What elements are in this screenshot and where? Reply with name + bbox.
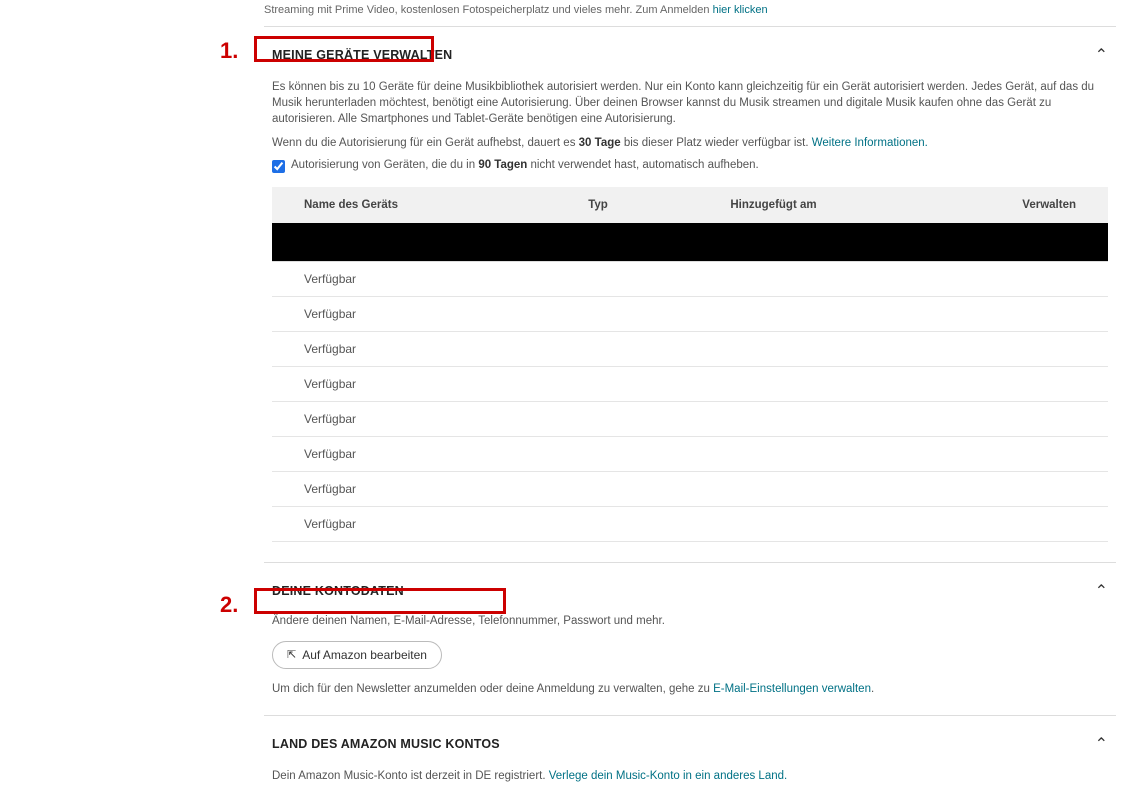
section-account-header[interactable]: DEINE KONTODATEN ⌃ bbox=[264, 563, 1116, 615]
col-device-name: Name des Geräts bbox=[272, 187, 556, 223]
table-row: Verfügbar bbox=[272, 471, 1108, 506]
edit-on-amazon-button[interactable]: ⇱ Auf Amazon bearbeiten bbox=[272, 641, 442, 669]
account-description: Ändere deinen Namen, E-Mail-Adresse, Tel… bbox=[272, 615, 1108, 627]
annotation-1: 1. bbox=[220, 38, 238, 64]
auto-deauth-checkbox[interactable] bbox=[272, 160, 285, 173]
top-intro-pre: Streaming mit Prime Video, kostenlosen F… bbox=[264, 4, 713, 16]
external-link-icon: ⇱ bbox=[287, 648, 296, 661]
auto-deauth-label: Autorisierung von Geräten, die du in 90 … bbox=[291, 159, 759, 171]
table-row: Verfügbar bbox=[272, 401, 1108, 436]
devices-table: Name des Geräts Typ Hinzugefügt am Verwa… bbox=[272, 187, 1108, 542]
chevron-up-icon: ⌃ bbox=[1095, 45, 1108, 65]
chevron-up-icon: ⌃ bbox=[1095, 734, 1108, 754]
top-intro-text: Streaming mit Prime Video, kostenlosen F… bbox=[264, 0, 1116, 26]
more-info-link[interactable]: Weitere Informationen. bbox=[812, 137, 928, 149]
redacted-device-row bbox=[272, 223, 1108, 261]
country-description: Dein Amazon Music-Konto ist derzeit in D… bbox=[272, 768, 1108, 784]
col-manage: Verwalten bbox=[924, 187, 1108, 223]
section-devices: MEINE GERÄTE VERWALTEN ⌃ Es können bis z… bbox=[264, 26, 1116, 562]
col-type: Typ bbox=[556, 187, 698, 223]
table-row: Verfügbar bbox=[272, 296, 1108, 331]
email-settings-link[interactable]: E-Mail-Einstellungen verwalten bbox=[713, 683, 871, 695]
section-devices-title: MEINE GERÄTE VERWALTEN bbox=[272, 48, 452, 62]
chevron-up-icon: ⌃ bbox=[1095, 581, 1108, 601]
col-added: Hinzugefügt am bbox=[698, 187, 924, 223]
section-country: LAND DES AMAZON MUSIC KONTOS ⌃ Dein Amaz… bbox=[264, 715, 1116, 812]
edit-button-label: Auf Amazon bearbeiten bbox=[302, 648, 427, 662]
table-row: Verfügbar bbox=[272, 331, 1108, 366]
table-row: Verfügbar bbox=[272, 261, 1108, 296]
devices-description-1: Es können bis zu 10 Geräte für deine Mus… bbox=[272, 79, 1108, 127]
section-account: DEINE KONTODATEN ⌃ Ändere deinen Namen, … bbox=[264, 562, 1116, 715]
section-country-title: LAND DES AMAZON MUSIC KONTOS bbox=[272, 737, 500, 751]
table-row: Verfügbar bbox=[272, 366, 1108, 401]
section-devices-header[interactable]: MEINE GERÄTE VERWALTEN ⌃ bbox=[264, 27, 1116, 79]
signup-link[interactable]: hier klicken bbox=[713, 4, 768, 16]
change-country-link[interactable]: Verlege dein Music-Konto in ein anderes … bbox=[549, 770, 787, 782]
section-country-header[interactable]: LAND DES AMAZON MUSIC KONTOS ⌃ bbox=[264, 716, 1116, 768]
section-account-title: DEINE KONTODATEN bbox=[272, 584, 404, 598]
devices-description-2: Wenn du die Autorisierung für ein Gerät … bbox=[272, 135, 1108, 151]
table-row: Verfügbar bbox=[272, 506, 1108, 541]
newsletter-text: Um dich für den Newsletter anzumelden od… bbox=[272, 683, 1108, 695]
table-row: Verfügbar bbox=[272, 436, 1108, 471]
annotation-2: 2. bbox=[220, 592, 238, 618]
